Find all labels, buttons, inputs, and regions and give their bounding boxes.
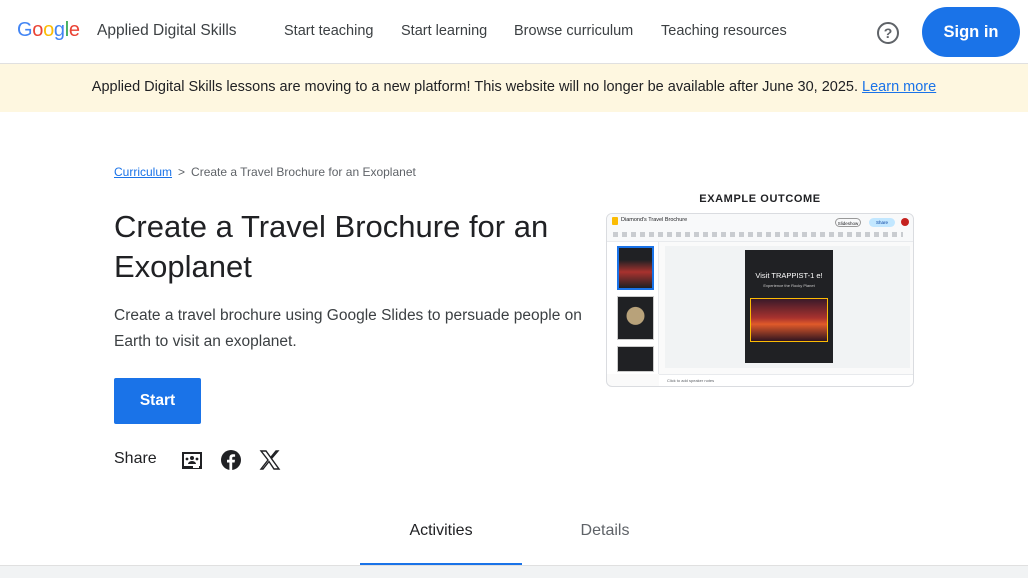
slides-logo-icon: [612, 217, 618, 225]
learn-more-link[interactable]: Learn more: [862, 79, 936, 95]
slide-subtitle: Experience the Rocky Planet: [763, 283, 815, 288]
nav-start-learning[interactable]: Start learning: [401, 23, 487, 39]
slide-thumb-3: [617, 346, 654, 372]
slideshow-button: Slideshow: [835, 218, 861, 227]
tab-details[interactable]: Details: [524, 522, 686, 540]
user-avatar: [901, 218, 909, 226]
announcement-banner: Applied Digital Skills lessons are movin…: [0, 64, 1028, 112]
nav-browse-curriculum[interactable]: Browse curriculum: [514, 23, 633, 39]
logo-letter: o: [43, 19, 54, 41]
page-title: Create a Travel Brochure for an Exoplane…: [114, 209, 549, 284]
nav-start-teaching[interactable]: Start teaching: [284, 23, 373, 39]
doc-title: Diamond's Travel Brochure: [621, 217, 688, 223]
example-outcome-label: EXAMPLE OUTCOME: [699, 193, 821, 205]
logo-letter: e: [68, 19, 80, 41]
slide-title: Visit TRAPPIST-1 e!: [755, 271, 823, 280]
breadcrumb-current: Create a Travel Brochure for an Exoplane…: [191, 165, 416, 179]
share-label: Share: [114, 450, 157, 467]
nav-teaching-resources[interactable]: Teaching resources: [661, 23, 787, 39]
doc-share-button: Share: [869, 218, 895, 227]
top-header: Google Applied Digital Skills Start teac…: [0, 0, 1028, 64]
speaker-notes: Click to add speaker notes: [659, 374, 913, 386]
breadcrumb-curriculum[interactable]: Curriculum: [114, 165, 172, 179]
example-outcome-preview[interactable]: Diamond's Travel Brochure Slideshow Shar…: [606, 213, 914, 387]
google-logo[interactable]: Google: [17, 19, 80, 42]
slide-thumb-2: [617, 296, 654, 340]
slide-filmstrip: [607, 242, 659, 374]
slide-thumb-1: [617, 246, 654, 290]
logo-letter: g: [53, 19, 65, 41]
facebook-icon[interactable]: [220, 449, 242, 471]
tab-bar-divider: [0, 565, 1028, 578]
logo-letter: o: [32, 19, 44, 41]
current-slide: Visit TRAPPIST-1 e! Experience the Rocky…: [745, 250, 833, 363]
toolbar-row: [613, 232, 903, 237]
google-classroom-icon[interactable]: [181, 449, 203, 471]
product-name[interactable]: Applied Digital Skills: [97, 22, 237, 40]
breadcrumb-separator: >: [178, 165, 186, 179]
page-description: Create a travel brochure using Google Sl…: [114, 307, 582, 350]
slide-canvas: Visit TRAPPIST-1 e! Experience the Rocky…: [665, 246, 910, 368]
breadcrumb: Curriculum > Create a Travel Brochure for …: [114, 165, 416, 179]
help-icon[interactable]: ?: [877, 22, 899, 44]
start-button[interactable]: Start: [114, 378, 201, 424]
slides-toolbar: Diamond's Travel Brochure Slideshow Shar…: [607, 214, 913, 242]
tab-activities[interactable]: Activities: [360, 522, 522, 540]
x-icon[interactable]: [259, 449, 281, 471]
banner-text: Applied Digital Skills lessons are movin…: [91, 79, 859, 95]
exoplanet-image: [750, 298, 828, 342]
sign-in-button[interactable]: Sign in: [922, 7, 1020, 57]
logo-letter: G: [17, 19, 33, 41]
